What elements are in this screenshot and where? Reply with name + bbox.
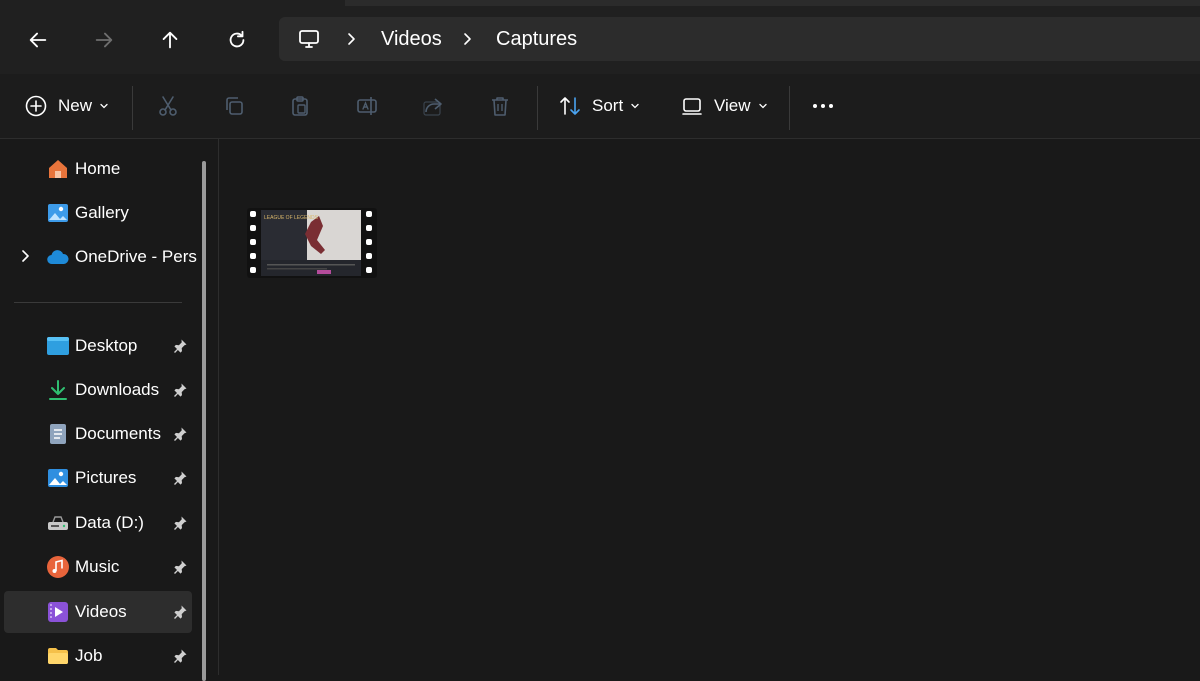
sidebar-item-home[interactable]: Home (4, 148, 192, 190)
sidebar-item-label: Home (75, 159, 121, 178)
chevron-down-icon (100, 103, 108, 109)
active-tab-edge (0, 0, 345, 6)
toolbar-divider (537, 86, 538, 130)
sidebar-item-music[interactable]: Music (4, 546, 192, 588)
video-file-item[interactable]: LEAGUE OF LEGENDS (247, 208, 377, 278)
sidebar-item-pictures[interactable]: Pictures (4, 457, 192, 499)
cloud-icon (47, 250, 69, 265)
plus-circle-icon (25, 95, 47, 117)
sidebar-item-downloads[interactable]: Downloads (4, 369, 192, 411)
toolbar-divider (132, 86, 133, 130)
copy-button[interactable] (222, 90, 246, 122)
breadcrumb-videos[interactable]: Videos (381, 28, 442, 50)
download-icon (49, 380, 67, 400)
document-icon (50, 424, 66, 444)
sidebar-item-label: Videos (75, 602, 127, 621)
share-button[interactable] (421, 90, 445, 122)
rename-button[interactable] (355, 90, 379, 122)
sidebar-item-label: Music (75, 557, 120, 576)
drive-icon (48, 516, 68, 530)
chevron-down-icon (631, 103, 639, 109)
refresh-button[interactable] (219, 22, 255, 58)
sidebar-item-label: Gallery (75, 203, 129, 222)
cut-button[interactable] (156, 90, 180, 122)
chevron-right-icon[interactable] (18, 249, 32, 263)
sidebar-item-onedrive[interactable]: OneDrive - Personal (4, 236, 197, 278)
sidebar-divider (14, 302, 182, 303)
tab-strip (0, 0, 1200, 6)
copy-icon (226, 97, 243, 115)
sidebar-item-gallery[interactable]: Gallery (4, 192, 192, 234)
arrow-right-icon (95, 32, 113, 48)
more-icon (813, 104, 833, 108)
refresh-icon (229, 30, 245, 48)
view-label: View (714, 96, 751, 115)
up-button[interactable] (152, 22, 188, 58)
delete-button[interactable] (488, 90, 512, 122)
sidebar-scrollbar[interactable] (202, 161, 206, 681)
gallery-icon (48, 204, 68, 222)
more-options-button[interactable] (811, 90, 835, 122)
thumbnail-caption: LEAGUE OF LEGENDS (264, 215, 319, 221)
sort-label: Sort (592, 96, 624, 115)
pin-icon[interactable] (172, 515, 188, 531)
folder-icon (48, 648, 68, 664)
chevron-right-icon[interactable] (343, 31, 359, 47)
monitor-icon[interactable] (297, 27, 321, 51)
rename-icon (357, 97, 377, 115)
sidebar-item-videos[interactable]: Videos (4, 591, 192, 633)
sidebar-item-job[interactable]: Job (4, 635, 192, 677)
scissors-icon (159, 96, 177, 116)
sidebar-item-label: Desktop (75, 336, 138, 355)
music-icon (47, 556, 69, 578)
home-icon (49, 160, 67, 178)
clipboard-icon (292, 96, 308, 116)
view-button[interactable]: View (680, 90, 769, 122)
pin-icon[interactable] (172, 559, 188, 575)
pin-icon[interactable] (172, 338, 188, 354)
trash-icon (492, 97, 508, 116)
address-bar[interactable]: Videos Captures (279, 17, 1200, 61)
command-bar: New Sort View (0, 74, 1200, 139)
new-label: New (58, 96, 93, 115)
pin-icon[interactable] (172, 648, 188, 664)
arrow-left-icon (29, 32, 47, 48)
sort-button[interactable]: Sort (558, 90, 641, 122)
back-button[interactable] (20, 22, 56, 58)
breadcrumb-captures[interactable]: Captures (496, 28, 577, 50)
pin-icon[interactable] (172, 470, 188, 486)
file-list-area[interactable]: LEAGUE OF LEGENDS (219, 139, 1200, 675)
sidebar-item-data-drive[interactable]: Data (D:) (4, 502, 192, 544)
pictures-icon (48, 469, 68, 487)
video-file-icon: LEAGUE OF LEGENDS (247, 208, 377, 278)
new-button[interactable]: New (24, 90, 110, 122)
chevron-right-icon[interactable] (459, 31, 475, 47)
paste-button[interactable] (288, 90, 312, 122)
chevron-down-icon (758, 103, 767, 109)
video-folder-icon (48, 602, 68, 622)
toolbar-divider (789, 86, 790, 130)
view-icon (682, 98, 702, 115)
title-bar: Videos Captures (0, 0, 1200, 74)
desktop-folder-icon (47, 337, 69, 355)
sidebar-item-label: Data (D:) (75, 513, 144, 532)
sidebar-item-label: Downloads (75, 380, 160, 399)
pin-icon[interactable] (172, 426, 188, 442)
pin-icon[interactable] (172, 604, 188, 620)
sidebar-item-label: Pictures (75, 468, 137, 487)
forward-button[interactable] (86, 22, 122, 58)
sort-icon (560, 97, 580, 115)
sidebar-item-documents[interactable]: Documents (4, 413, 192, 455)
navigation-pane: Home Gallery OneDrive - Personal Desktop… (0, 139, 219, 681)
pin-icon[interactable] (172, 382, 188, 398)
sidebar-item-label: OneDrive - Personal (75, 247, 197, 266)
share-icon (423, 98, 442, 116)
sidebar-item-desktop[interactable]: Desktop (4, 325, 192, 367)
sidebar-item-label: Documents (75, 424, 161, 443)
sidebar-item-label: Job (75, 646, 103, 665)
arrow-up-icon (162, 31, 178, 49)
